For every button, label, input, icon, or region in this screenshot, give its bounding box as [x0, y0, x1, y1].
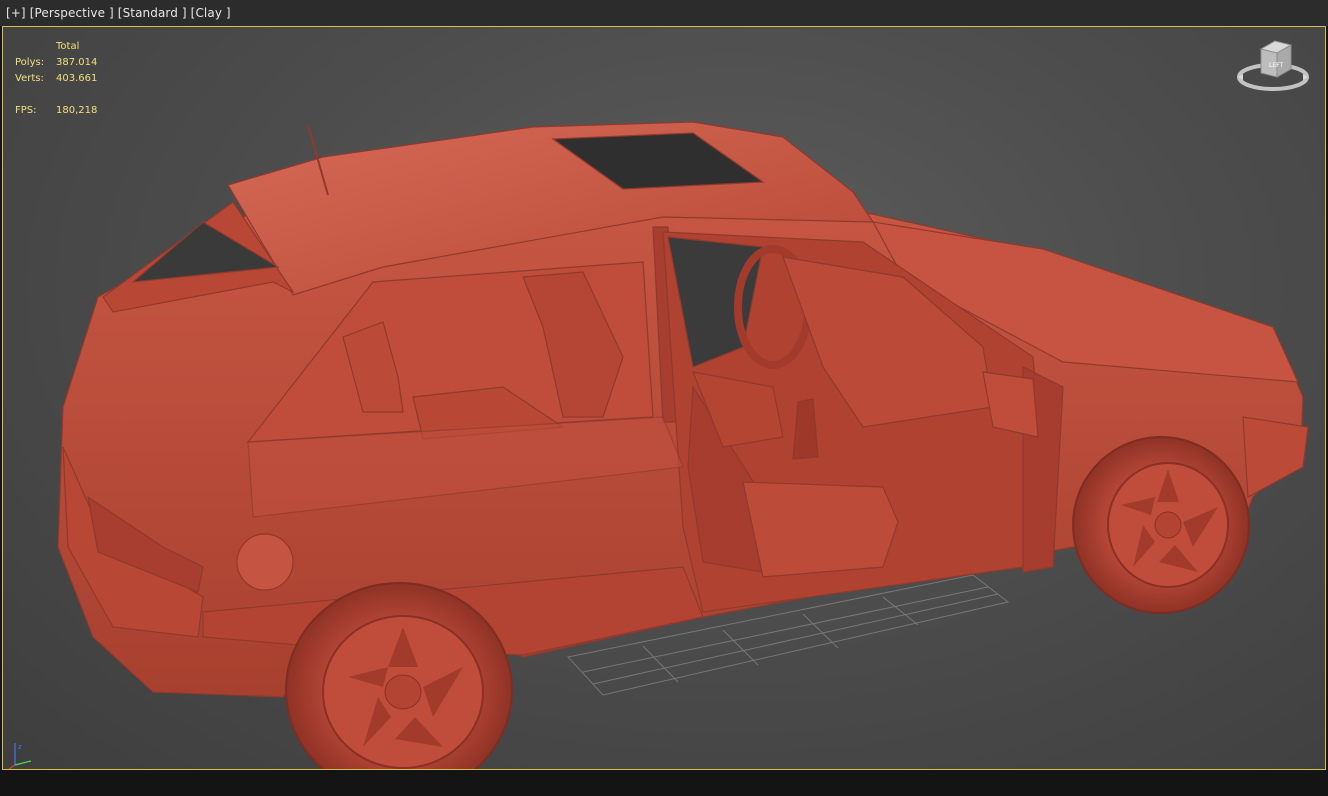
- viewport-plus-menu[interactable]: [+]: [6, 6, 26, 22]
- stats-total-header: Total: [56, 41, 80, 52]
- world-axis-tripod-icon: z: [8, 743, 32, 769]
- stats-polys-label: Polys:: [15, 57, 45, 68]
- front-wheel: [1072, 436, 1250, 614]
- stats-verts-value: 403.661: [56, 73, 98, 84]
- viewport-visual-style-menu[interactable]: [Clay ]: [191, 6, 231, 22]
- viewport-menu-bar: [+] [Perspective ] [Standard ] [Clay ]: [0, 0, 1328, 26]
- viewport-label-menu: [+] [Perspective ] [Standard ] [Clay ]: [6, 6, 231, 22]
- stats-fps-label: FPS:: [15, 105, 37, 116]
- stats-verts-label: Verts:: [15, 73, 44, 84]
- svg-text:z: z: [18, 743, 22, 751]
- viewport-status-bar: [0, 770, 1328, 796]
- viewport-shading-menu[interactable]: [Standard ]: [118, 6, 187, 22]
- car-model-render: [57, 121, 1309, 769]
- perspective-viewport[interactable]: Total Polys: 387.014 Verts: 403.661 FPS:…: [2, 26, 1326, 770]
- car-body: [57, 121, 1309, 698]
- viewport-point-of-view-menu[interactable]: [Perspective ]: [30, 6, 114, 22]
- viewport-statistics-overlay: Total Polys: 387.014 Verts: 403.661 FPS:…: [15, 39, 116, 119]
- stats-fps-value: 180,218: [56, 105, 98, 116]
- viewcube-face-label: LEFT: [1269, 62, 1283, 69]
- viewcube-widget[interactable]: LEFT: [1235, 35, 1315, 97]
- stats-polys-value: 387.014: [56, 57, 98, 68]
